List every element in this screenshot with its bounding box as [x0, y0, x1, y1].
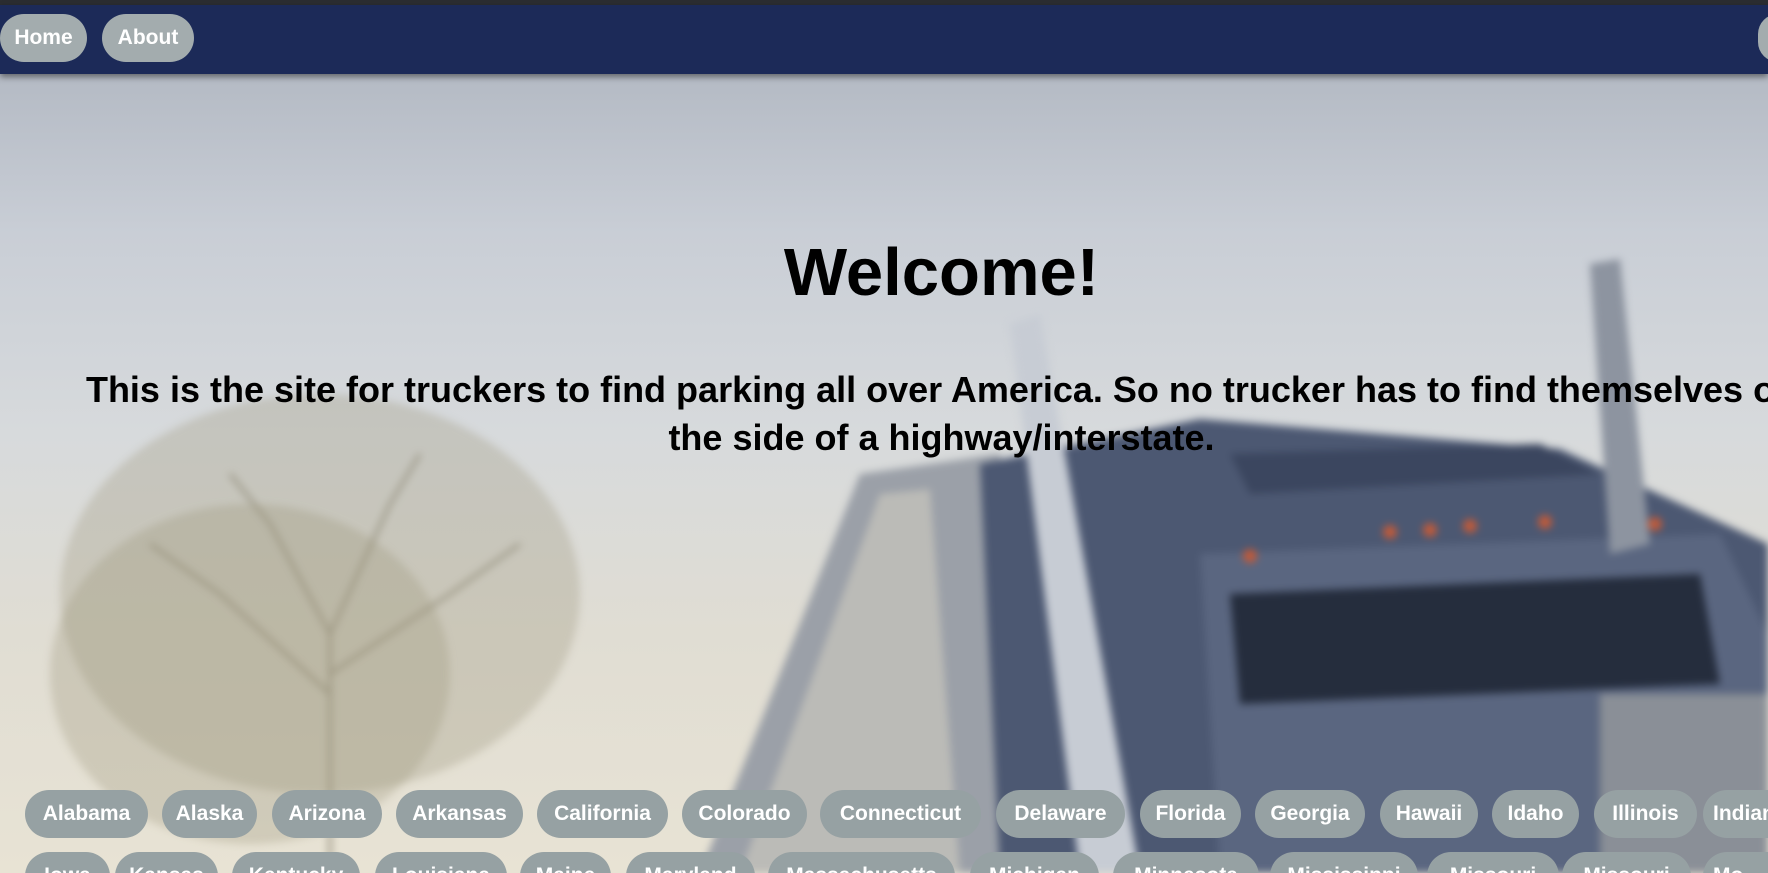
state-pill-connecticut[interactable]: Connecticut — [820, 790, 981, 838]
state-pill-kansas[interactable]: Kansas — [115, 852, 218, 873]
state-pill-arkansas[interactable]: Arkansas — [396, 790, 523, 838]
state-pill-maine[interactable]: Maine — [520, 852, 611, 873]
page-title: Welcome! — [783, 235, 1100, 310]
state-pill-missouri-2[interactable]: Missouri — [1562, 852, 1691, 873]
state-pill-louisiana[interactable]: Louisiana — [375, 852, 507, 873]
state-pill-delaware[interactable]: Delaware — [996, 790, 1125, 838]
nav-right-button[interactable] — [1758, 14, 1768, 62]
state-pill-georgia[interactable]: Georgia — [1255, 790, 1365, 838]
state-pill-missouri[interactable]: Missouri — [1427, 852, 1559, 873]
page-subtitle: This is the site for truckers to find pa… — [85, 369, 1768, 458]
state-pill-idaho[interactable]: Idaho — [1492, 790, 1579, 838]
state-pill-maryland[interactable]: Maryland — [626, 852, 755, 873]
nav-about-button[interactable]: About — [102, 14, 194, 62]
truck-background-image — [50, 259, 1768, 873]
state-pill-arizona[interactable]: Arizona — [272, 790, 382, 838]
state-pill-mississippi[interactable]: Mississippi — [1270, 852, 1418, 873]
nav-home-button[interactable]: Home — [0, 14, 87, 62]
state-pill-california[interactable]: California — [537, 790, 668, 838]
state-pill-florida[interactable]: Florida — [1140, 790, 1241, 838]
state-pill-partial[interactable]: Mo — [1703, 852, 1768, 873]
state-pill-indiana[interactable]: Indiana — [1703, 790, 1768, 838]
state-pill-alabama[interactable]: Alabama — [25, 790, 148, 838]
navbar: Home About — [0, 5, 1768, 74]
state-pill-massachusetts[interactable]: Massachusetts — [768, 852, 955, 873]
state-pill-kentucky[interactable]: Kentucky — [232, 852, 360, 873]
state-pill-michigan[interactable]: Michigan — [970, 852, 1099, 873]
hero-section: Welcome! This is the site for truckers t… — [0, 74, 1768, 873]
state-pill-alaska[interactable]: Alaska — [162, 790, 257, 838]
state-pill-iowa[interactable]: Iowa — [25, 852, 110, 873]
state-pill-colorado[interactable]: Colorado — [682, 790, 807, 838]
state-pill-hawaii[interactable]: Hawaii — [1380, 790, 1478, 838]
state-pill-illinois[interactable]: Illinois — [1594, 790, 1697, 838]
state-pill-minnesota[interactable]: Minnesota — [1113, 852, 1259, 873]
